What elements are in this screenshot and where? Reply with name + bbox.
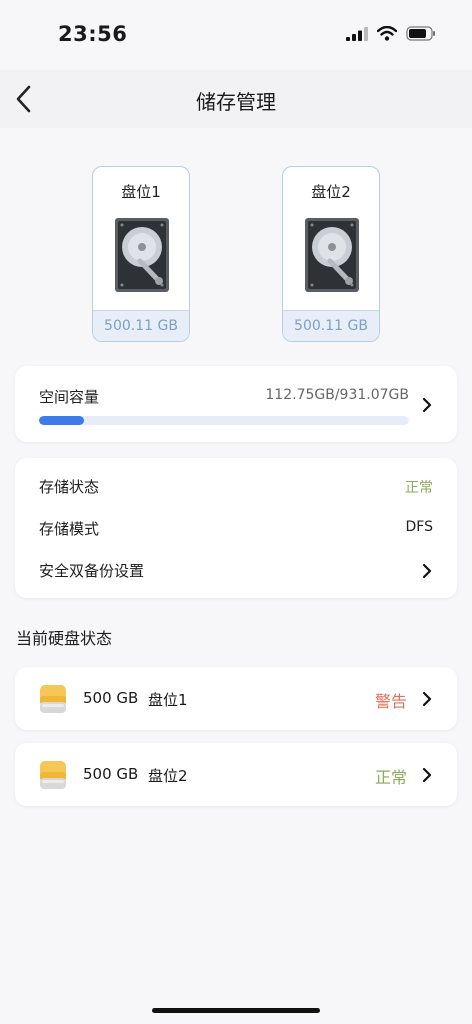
disk-size: 500 GB xyxy=(83,689,139,707)
space-capacity-card[interactable]: 空间容量 112.75GB/931.07GB xyxy=(15,366,457,442)
hard-drive-icon xyxy=(115,218,169,292)
storage-status-label: 存储状态 xyxy=(39,478,100,496)
storage-status-value: 正常 xyxy=(405,480,433,496)
chevron-right-icon xyxy=(422,691,432,707)
slot-name: 盘位1 xyxy=(121,183,161,201)
disk-row-2[interactable]: 500 GB 盘位2 正常 xyxy=(15,743,457,806)
home-indicator xyxy=(152,1008,320,1013)
disk-icon xyxy=(40,685,66,713)
section-title: 当前硬盘状态 xyxy=(16,629,113,648)
disk-slot: 盘位2 xyxy=(148,767,188,785)
slot-card-1[interactable]: 盘位1 500.11 GB xyxy=(92,166,190,342)
backup-settings-row[interactable]: 安全双备份设置 xyxy=(15,550,457,594)
page-title: 储存管理 xyxy=(196,90,276,114)
disk-status: 警告 xyxy=(374,692,407,711)
slot-capacity: 500.11 GB xyxy=(93,310,189,341)
space-label: 空间容量 xyxy=(39,388,100,406)
status-bar: 23:56 xyxy=(0,0,472,70)
slot-card-2[interactable]: 盘位2 500.11 GB xyxy=(282,166,380,342)
disk-size: 500 GB xyxy=(83,765,139,783)
slot-capacity: 500.11 GB xyxy=(283,310,379,341)
space-usage-bar xyxy=(39,416,409,425)
nav-bar: 储存管理 xyxy=(0,70,472,128)
chevron-right-icon xyxy=(422,767,432,783)
chevron-right-icon xyxy=(422,563,432,579)
hard-drive-icon xyxy=(305,218,359,292)
battery-icon xyxy=(406,26,435,41)
slot-name: 盘位2 xyxy=(311,183,351,201)
status-icons xyxy=(346,26,436,41)
wifi-icon xyxy=(377,26,397,41)
space-value: 112.75GB/931.07GB xyxy=(265,387,409,403)
disk-status: 正常 xyxy=(374,768,407,787)
storage-info-card: 存储状态 正常 存储模式 DFS 安全双备份设置 xyxy=(15,458,457,598)
disk-icon xyxy=(40,761,66,789)
status-time: 23:56 xyxy=(58,22,128,46)
storage-mode-label: 存储模式 xyxy=(39,520,100,538)
space-usage-fill xyxy=(39,416,84,425)
signal-icon xyxy=(346,26,368,41)
chevron-right-icon xyxy=(422,397,432,413)
disk-row-1[interactable]: 500 GB 盘位1 警告 xyxy=(15,667,457,730)
storage-mode-value: DFS xyxy=(405,519,433,535)
backup-settings-label: 安全双备份设置 xyxy=(39,562,145,580)
disk-slot: 盘位1 xyxy=(148,691,188,709)
